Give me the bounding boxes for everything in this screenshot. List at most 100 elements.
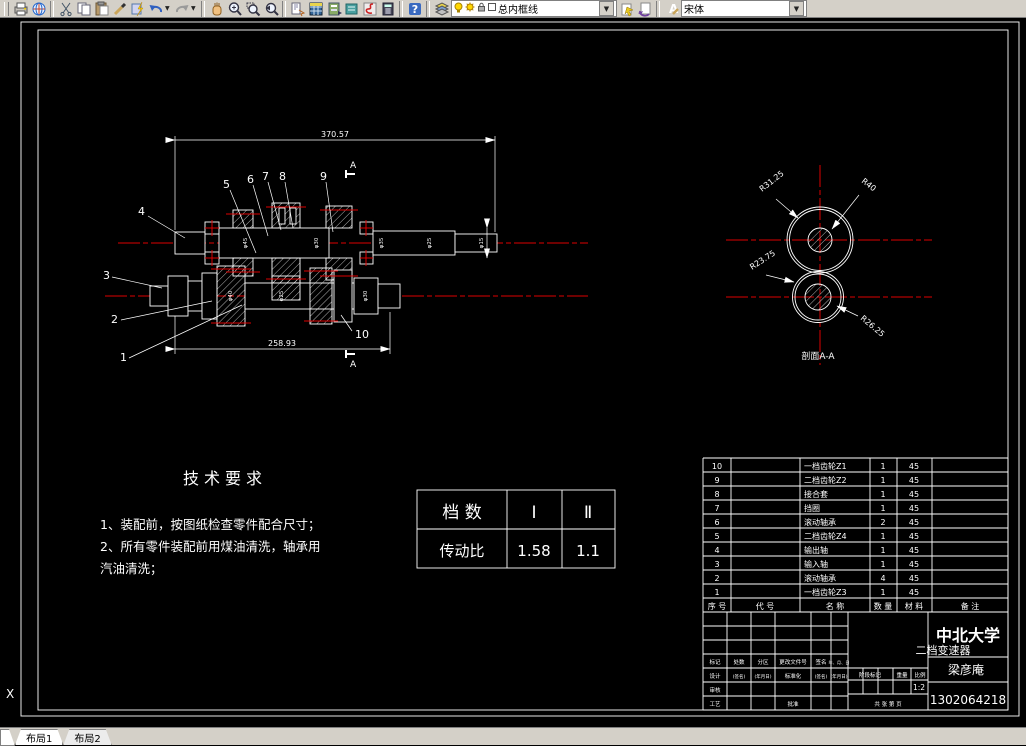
svg-text:工艺: 工艺 [709,701,721,708]
svg-text:1: 1 [880,560,885,569]
markup-icon[interactable] [361,1,378,17]
svg-text:标准化: 标准化 [785,672,802,680]
dim-span: 258.93 [268,339,296,348]
layer-combo-dropdown-icon[interactable]: ▼ [599,1,614,16]
svg-text:(签名): (签名) [815,673,828,680]
svg-text:45: 45 [909,574,919,583]
svg-text:共 张 第 页: 共 张 第 页 [874,700,902,708]
tech-requirement-2: 2、所有零件装配前用煤油清洗，轴承用 [100,539,320,554]
layer-freeze-icon[interactable] [465,2,475,15]
undo-icon[interactable] [147,1,164,17]
svg-text:10: 10 [712,462,722,471]
quickcalc-icon[interactable] [379,1,396,17]
svg-text:?: ? [411,3,417,16]
tech-requirements-title: 技术要求 [183,469,267,488]
text-style-dropdown-icon[interactable]: ▼ [789,1,804,16]
svg-text:6: 6 [714,518,719,527]
svg-text:3: 3 [103,269,110,282]
svg-text:滚动轴承: 滚动轴承 [804,573,836,583]
svg-text:9: 9 [714,476,719,485]
svg-text:7: 7 [714,504,719,513]
zoom-realtime-icon[interactable] [226,1,243,17]
layers-icon[interactable] [433,1,450,17]
designcenter-icon[interactable] [307,1,324,17]
tech-requirement-1: 1、装配前，按图纸检查零件配合尺寸； [100,517,320,532]
svg-text:更改文件号: 更改文件号 [779,658,807,666]
model-tab-partial[interactable] [0,729,15,746]
svg-text:φ35: φ35 [379,237,385,248]
make-layer-current-icon[interactable] [618,1,635,17]
svg-text:名 称: 名 称 [826,601,845,611]
svg-text:φ15: φ15 [479,237,485,248]
toolpalettes-icon[interactable] [325,1,342,17]
svg-text:分区: 分区 [757,658,769,666]
paste-icon[interactable] [93,1,110,17]
cut-icon[interactable] [57,1,74,17]
layer-on-icon[interactable] [454,2,463,16]
svg-text:φ30: φ30 [314,237,320,248]
copy-icon[interactable] [75,1,92,17]
svg-text:1: 1 [880,588,885,597]
redo-icon[interactable] [173,1,190,17]
sheetset-icon[interactable] [343,1,360,17]
svg-text:设计: 设计 [709,672,721,680]
svg-text:4: 4 [880,574,885,583]
drawing-scale: 1:2 [913,683,925,692]
svg-text:备 注: 备 注 [961,601,980,611]
undo-dropdown-icon[interactable]: ▼ [165,5,172,12]
text-style-value: 宋体 [684,5,704,16]
layer-lock-icon[interactable] [477,2,486,15]
model-space-background [0,18,1026,727]
tab-layout1[interactable]: 布局1 [15,729,63,745]
svg-text:代 号: 代 号 [756,601,775,611]
svg-text:45: 45 [909,476,919,485]
help-icon[interactable]: ? [406,1,423,17]
pan-icon[interactable] [208,1,225,17]
svg-text:二档齿轮Z2: 二档齿轮Z2 [804,475,847,485]
redo-dropdown-icon[interactable]: ▼ [191,5,198,12]
svg-text:5: 5 [223,178,230,191]
plot-icon[interactable] [12,1,29,17]
layer-color-swatch[interactable] [488,3,496,14]
svg-text:φ40: φ40 [228,290,234,301]
svg-text:1: 1 [880,546,885,555]
text-style-combo[interactable]: 宋体 ▼ [681,0,807,17]
svg-text:φ25: φ25 [427,237,433,248]
svg-text:序 号: 序 号 [708,601,727,611]
svg-text:输入轴: 输入轴 [804,559,828,569]
svg-text:传动比: 传动比 [439,542,484,560]
svg-text:数 量: 数 量 [874,601,893,611]
svg-text:(年月日): (年月日) [754,673,771,680]
svg-text:45: 45 [909,490,919,499]
layer-previous-icon[interactable] [636,1,653,17]
svg-text:45: 45 [909,532,919,541]
properties-icon[interactable] [289,1,306,17]
drawing-canvas[interactable]: X 370.57 258.93 A A φ45 φ30 φ35 φ25 φ15 … [0,18,1026,727]
svg-text:5: 5 [714,532,719,541]
svg-text:审核: 审核 [709,686,721,694]
svg-text:6: 6 [247,173,254,186]
svg-text:45: 45 [909,546,919,555]
matchprop-icon[interactable] [111,1,128,17]
publish-icon[interactable] [30,1,47,17]
svg-text:9: 9 [320,170,327,183]
svg-text:1: 1 [880,532,885,541]
zoom-previous-icon[interactable] [262,1,279,17]
standard-toolbar: ▼ ▼ ? 总内框线 ▼ A 宋体 ▼ [0,0,1026,18]
svg-text:一档齿轮Z3: 一档齿轮Z3 [804,587,847,597]
section-mark-top: A [350,161,357,171]
textstyle-icon[interactable]: A [663,1,680,17]
layer-combo[interactable]: 总内框线 ▼ [451,0,617,17]
svg-text:4: 4 [138,205,145,218]
section-view-label: 剖面A-A [801,350,835,362]
zoom-window-icon[interactable] [244,1,261,17]
layer-combo-value: 总内框线 [498,5,538,16]
toolbar-grip[interactable] [4,1,9,16]
svg-text:挡圈: 挡圈 [804,503,820,513]
svg-text:档 数: 档 数 [442,503,481,523]
svg-text:阶段标记: 阶段标记 [859,671,882,679]
tab-layout2[interactable]: 布局2 [63,729,111,745]
properties-lightning-icon[interactable] [129,1,146,17]
svg-text:45: 45 [909,588,919,597]
svg-text:45: 45 [909,462,919,471]
